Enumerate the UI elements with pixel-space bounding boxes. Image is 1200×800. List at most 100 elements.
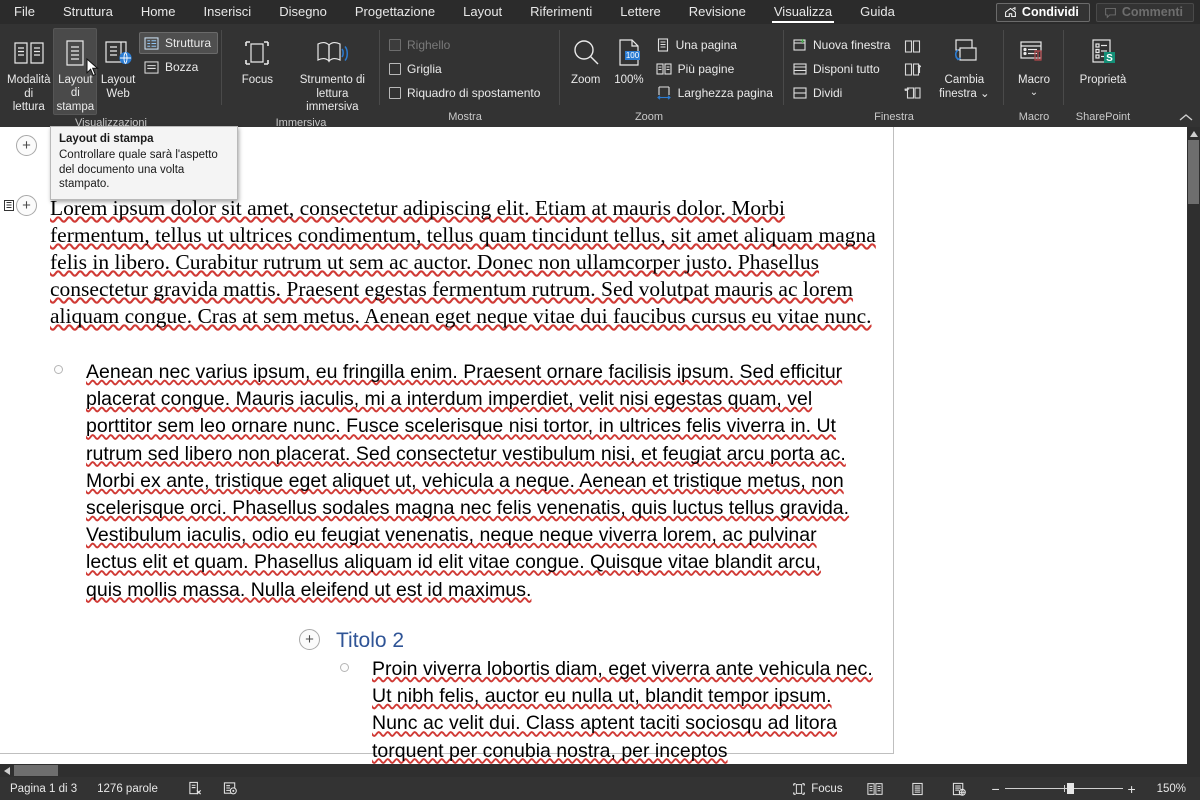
ribbon-button-strumento-lettura-immersiva[interactable]: Strumento di lettura immersiva [289, 28, 376, 115]
ribbon-group-label: Finestra [874, 111, 914, 123]
comment-icon [1105, 7, 1116, 19]
print-layout-view-icon [911, 782, 923, 795]
status-view-read-mode[interactable] [853, 782, 897, 796]
ribbon-button-label2: stampa [56, 101, 95, 113]
collapse-ribbon-button[interactable] [1178, 110, 1194, 124]
ribbon-button-struttura[interactable]: Struttura [138, 32, 218, 54]
ribbon-button-modalita-di-lettura[interactable]: Modalità di lettura [4, 28, 53, 115]
status-view-web-layout[interactable] [938, 782, 981, 796]
magnifier-icon [570, 33, 602, 73]
synchronous-scrolling-icon[interactable] [901, 59, 923, 79]
comments-button[interactable]: Commenti [1095, 2, 1194, 22]
tab-lettere[interactable]: Lettere [606, 0, 674, 24]
ribbon-button-macro[interactable]: Macro ⌄ [1008, 28, 1060, 104]
proofing-errors-icon [189, 781, 201, 795]
tab-inserisci[interactable]: Inserisci [190, 0, 266, 24]
zoom-out-button[interactable]: − [987, 781, 1005, 797]
reset-window-position-icon[interactable] [901, 82, 923, 102]
show-checkbox-list: Righello Griglia Riquadro di spostamento [384, 28, 547, 104]
outline-expand-control-1[interactable]: + [16, 135, 40, 159]
chevron-up-icon [1179, 113, 1193, 121]
ribbon-group-macro: Macro ⌄ Macro [1004, 24, 1064, 127]
ribbon-button-nuova-finestra[interactable]: Nuova finestra [788, 34, 897, 56]
status-focus-button[interactable]: Focus [782, 782, 852, 796]
document-area[interactable]: + + Lorem ipsum dolor sit amet, consecte… [0, 127, 1200, 768]
status-word-count[interactable]: 1276 parole [87, 783, 168, 795]
ribbon-button-piu-pagine[interactable]: Più pagine [651, 58, 780, 80]
ribbon-button-bozza[interactable]: Bozza [139, 56, 218, 78]
document-paragraph-1[interactable]: Lorem ipsum dolor sit amet, consectetur … [50, 195, 878, 330]
horizontal-scrollbar-thumb[interactable] [14, 765, 58, 776]
document-heading-2[interactable]: Titolo 2 [336, 628, 404, 654]
checkbox-griglia[interactable]: Griglia [384, 58, 547, 80]
svg-text:100: 100 [626, 51, 640, 60]
status-bar: Pagina 1 di 3 1276 parole Focus − + 150% [0, 777, 1200, 800]
document-paragraph-2[interactable]: Aenean nec varius ipsum, eu fringilla en… [86, 359, 856, 604]
tab-guida[interactable]: Guida [846, 0, 909, 24]
page-width-icon [656, 86, 671, 100]
vertical-scrollbar-thumb[interactable] [1188, 140, 1199, 204]
checkbox-riquadro-di-spostamento[interactable]: Riquadro di spostamento [384, 82, 547, 104]
view-side-by-side-icon[interactable] [901, 36, 923, 56]
ribbon-button-larghezza-pagina[interactable]: Larghezza pagina [651, 82, 780, 104]
checkbox-righello[interactable]: Righello [384, 34, 547, 56]
zoom-slider[interactable]: − + [981, 781, 1147, 797]
document-page[interactable]: + + Lorem ipsum dolor sit amet, consecte… [0, 127, 894, 762]
immersive-reader-icon [314, 33, 350, 73]
outline-expand-control-3[interactable]: + [299, 629, 323, 653]
vertical-scrollbar[interactable] [1187, 127, 1200, 768]
switch-window-icon [947, 33, 981, 73]
outline-expand-control-2[interactable]: + [16, 195, 40, 219]
zoom-in-button[interactable]: + [1123, 781, 1141, 797]
ribbon-button-label: Focus [241, 74, 274, 86]
outline-body-dot-2[interactable] [340, 663, 349, 672]
checkbox-label: Griglia [407, 62, 442, 76]
ribbon-button-proprieta[interactable]: S Proprietà [1068, 28, 1138, 104]
focus-icon [793, 782, 806, 795]
ribbon-button-zoom[interactable]: Zoom [564, 28, 607, 104]
scroll-left-arrow-icon[interactable] [0, 764, 13, 777]
ribbon-button-label: Macro [1018, 74, 1050, 86]
ribbon-group-label: Zoom [634, 111, 664, 123]
tab-visualizza[interactable]: Visualizza [760, 0, 846, 24]
ribbon-button-cambia-finestra[interactable]: Cambia finestra ⌄ [931, 28, 997, 104]
ribbon-button-dividi[interactable]: Dividi [788, 82, 897, 104]
ribbon-group-immersiva: Focus Strumento di lettura immersiva Imm… [222, 24, 380, 129]
share-button[interactable]: Condividi [995, 2, 1090, 22]
tab-riferimenti[interactable]: Riferimenti [516, 0, 606, 24]
zoom-slider-thumb[interactable] [1066, 783, 1074, 794]
ribbon-button-label: Larghezza pagina [677, 86, 773, 100]
tab-layout[interactable]: Layout [449, 0, 516, 24]
status-zoom-level[interactable]: 150% [1147, 783, 1200, 795]
menu-bar: File Struttura Home Inserisci Disegno Pr… [0, 0, 1200, 24]
tab-revisione[interactable]: Revisione [675, 0, 760, 24]
arrange-all-icon [793, 63, 807, 75]
status-view-print-layout[interactable] [897, 782, 938, 796]
tab-progettazione[interactable]: Progettazione [341, 0, 449, 24]
ribbon-button-layout-web[interactable]: Layout Web [97, 28, 139, 104]
ribbon: Modalità di lettura Layout di stampa Lay… [0, 24, 1200, 129]
macro-icon [1018, 33, 1050, 73]
document-paragraph-3[interactable]: Proin viverra lobortis diam, eget viverr… [372, 656, 876, 765]
status-page-indicator[interactable]: Pagina 1 di 3 [0, 783, 87, 795]
horizontal-scrollbar[interactable] [0, 764, 1200, 777]
ribbon-button-label: Dividi [813, 86, 843, 100]
status-accessibility-button[interactable] [213, 781, 248, 796]
ribbon-button-disponi-tutto[interactable]: Disponi tutto [788, 58, 897, 80]
zoom-100-icon: 100 [614, 33, 644, 73]
scroll-up-arrow-icon[interactable] [1187, 127, 1200, 140]
tab-home[interactable]: Home [127, 0, 190, 24]
status-proofing-button[interactable] [168, 781, 213, 796]
ribbon-button-una-pagina[interactable]: Una pagina [651, 34, 780, 56]
ribbon-button-label2: Web [106, 88, 130, 100]
ribbon-button-label: Una pagina [675, 38, 737, 52]
tab-disegno[interactable]: Disegno [265, 0, 341, 24]
tab-file[interactable]: File [0, 0, 49, 24]
tab-struttura[interactable]: Struttura [49, 0, 127, 24]
zoom-slider-track[interactable] [1004, 783, 1123, 794]
outline-body-dot-1[interactable] [54, 365, 63, 374]
caret-up-icon [1189, 130, 1198, 137]
ribbon-button-zoom-100[interactable]: 100 100% [607, 28, 650, 104]
ribbon-button-focus[interactable]: Focus [226, 28, 289, 104]
mouse-cursor [86, 58, 99, 77]
